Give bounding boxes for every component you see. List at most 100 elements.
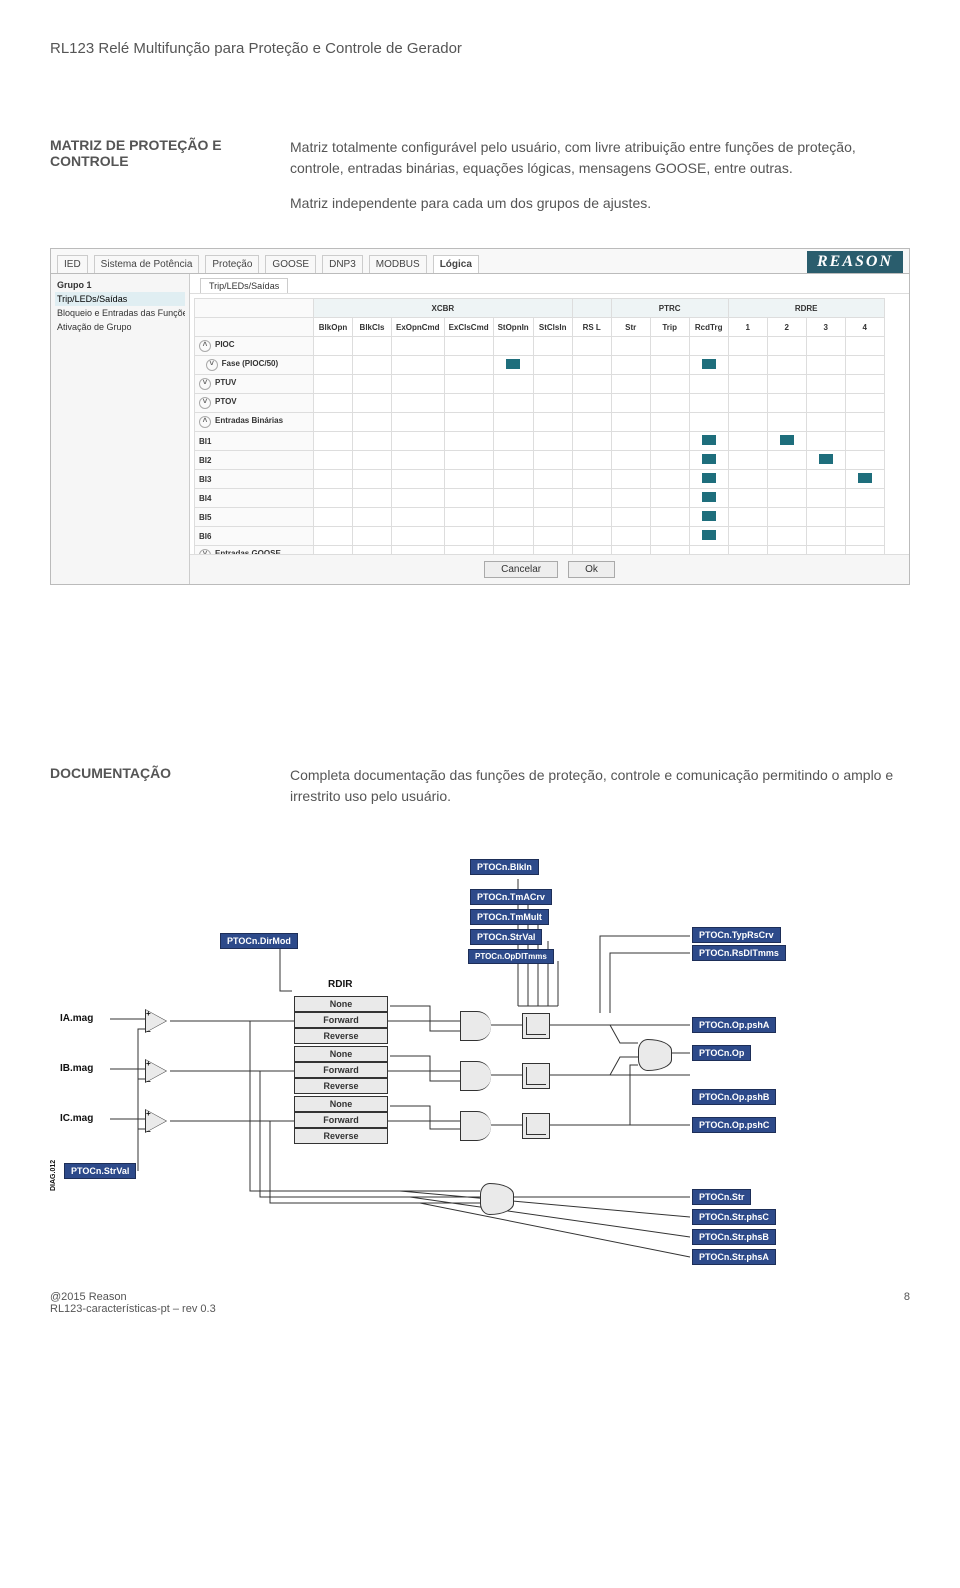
matrix-cell[interactable] (314, 546, 353, 555)
matrix-cell[interactable] (353, 337, 392, 356)
matrix-cell[interactable] (493, 375, 533, 394)
matrix-cell[interactable] (806, 546, 845, 555)
matrix-cell[interactable] (806, 508, 845, 527)
matrix-cell[interactable] (728, 508, 767, 527)
matrix-cell[interactable] (611, 356, 650, 375)
matrix-cell[interactable] (314, 413, 353, 432)
matrix-cell[interactable] (689, 394, 728, 413)
matrix-row[interactable]: BI4 (195, 489, 314, 508)
matrix-cell[interactable] (444, 527, 493, 546)
matrix-cell[interactable] (533, 527, 572, 546)
matrix-cell[interactable] (806, 432, 845, 451)
matrix-cell[interactable] (806, 470, 845, 489)
matrix-cell[interactable] (314, 432, 353, 451)
matrix-cell[interactable] (767, 337, 806, 356)
matrix-cell[interactable] (611, 432, 650, 451)
matrix-cell[interactable] (728, 375, 767, 394)
sidebar-item-2[interactable]: Ativação de Grupo (55, 320, 185, 334)
matrix-cell[interactable] (650, 375, 689, 394)
matrix-cell[interactable] (650, 356, 689, 375)
matrix-cell[interactable] (533, 337, 572, 356)
expand-icon[interactable]: ˄ (199, 340, 211, 352)
matrix-cell[interactable] (845, 375, 884, 394)
matrix-row[interactable]: BI2 (195, 451, 314, 470)
matrix-cell[interactable] (353, 375, 392, 394)
matrix-cell[interactable] (493, 432, 533, 451)
matrix-cell[interactable] (572, 546, 611, 555)
matrix-cell[interactable] (353, 432, 392, 451)
matrix-cell[interactable] (611, 508, 650, 527)
tab-modbus[interactable]: MODBUS (369, 255, 427, 273)
matrix-cell[interactable] (650, 546, 689, 555)
matrix-cell[interactable] (572, 432, 611, 451)
matrix-cell[interactable] (767, 356, 806, 375)
matrix-cell[interactable] (493, 470, 533, 489)
subtab-trip-leds[interactable]: Trip/LEDs/Saídas (200, 278, 288, 293)
matrix-cell[interactable] (767, 546, 806, 555)
matrix-cell[interactable] (767, 451, 806, 470)
matrix-cell[interactable] (767, 413, 806, 432)
matrix-cell[interactable] (611, 375, 650, 394)
matrix-cell[interactable] (314, 394, 353, 413)
expand-icon[interactable]: ˅ (199, 397, 211, 409)
matrix-cell[interactable] (728, 470, 767, 489)
sidebar-item-1[interactable]: Bloqueio e Entradas das Funções (55, 306, 185, 320)
matrix-cell[interactable] (611, 489, 650, 508)
matrix-cell[interactable] (689, 356, 728, 375)
matrix-cell[interactable] (650, 489, 689, 508)
matrix-row[interactable]: ˅Fase (PIOC/50) (195, 356, 314, 375)
matrix-cell[interactable] (806, 394, 845, 413)
matrix-cell[interactable] (392, 470, 445, 489)
matrix-cell[interactable] (314, 470, 353, 489)
matrix-row[interactable]: ˄Entradas Binárias (195, 413, 314, 432)
matrix-cell[interactable] (314, 489, 353, 508)
matrix-cell[interactable] (314, 527, 353, 546)
matrix-cell[interactable] (444, 489, 493, 508)
matrix-cell[interactable] (314, 337, 353, 356)
matrix-cell[interactable] (493, 451, 533, 470)
matrix-cell[interactable] (689, 337, 728, 356)
matrix-row[interactable]: ˅PTUV (195, 375, 314, 394)
matrix-cell[interactable] (728, 432, 767, 451)
matrix-cell[interactable] (392, 489, 445, 508)
tab-goose[interactable]: GOOSE (265, 255, 316, 273)
matrix-cell[interactable] (444, 394, 493, 413)
matrix-cell[interactable] (572, 489, 611, 508)
matrix-cell[interactable] (650, 508, 689, 527)
matrix-cell[interactable] (806, 337, 845, 356)
tab-proteção[interactable]: Proteção (205, 255, 259, 273)
tab-lógica[interactable]: Lógica (433, 255, 479, 273)
matrix-cell[interactable] (493, 337, 533, 356)
matrix-cell[interactable] (689, 489, 728, 508)
matrix-cell[interactable] (314, 508, 353, 527)
matrix-cell[interactable] (845, 394, 884, 413)
matrix-cell[interactable] (444, 337, 493, 356)
matrix-cell[interactable] (572, 527, 611, 546)
expand-icon[interactable]: ˄ (199, 416, 211, 428)
matrix-cell[interactable] (845, 489, 884, 508)
matrix-cell[interactable] (533, 432, 572, 451)
matrix-cell[interactable] (353, 546, 392, 555)
matrix-cell[interactable] (611, 470, 650, 489)
matrix-cell[interactable] (353, 451, 392, 470)
matrix-cell[interactable] (650, 451, 689, 470)
matrix-cell[interactable] (845, 508, 884, 527)
tab-ied[interactable]: IED (57, 255, 88, 273)
matrix-cell[interactable] (728, 356, 767, 375)
matrix-cell[interactable] (353, 489, 392, 508)
matrix-cell[interactable] (767, 489, 806, 508)
matrix-cell[interactable] (689, 451, 728, 470)
matrix-cell[interactable] (806, 527, 845, 546)
matrix-cell[interactable] (444, 470, 493, 489)
matrix-cell[interactable] (611, 394, 650, 413)
matrix-cell[interactable] (533, 508, 572, 527)
matrix-cell[interactable] (767, 394, 806, 413)
matrix-cell[interactable] (314, 375, 353, 394)
matrix-cell[interactable] (353, 527, 392, 546)
expand-icon[interactable]: ˅ (199, 378, 211, 390)
matrix-cell[interactable] (533, 470, 572, 489)
matrix-cell[interactable] (611, 451, 650, 470)
matrix-cell[interactable] (845, 546, 884, 555)
matrix-cell[interactable] (767, 432, 806, 451)
matrix-cell[interactable] (689, 527, 728, 546)
